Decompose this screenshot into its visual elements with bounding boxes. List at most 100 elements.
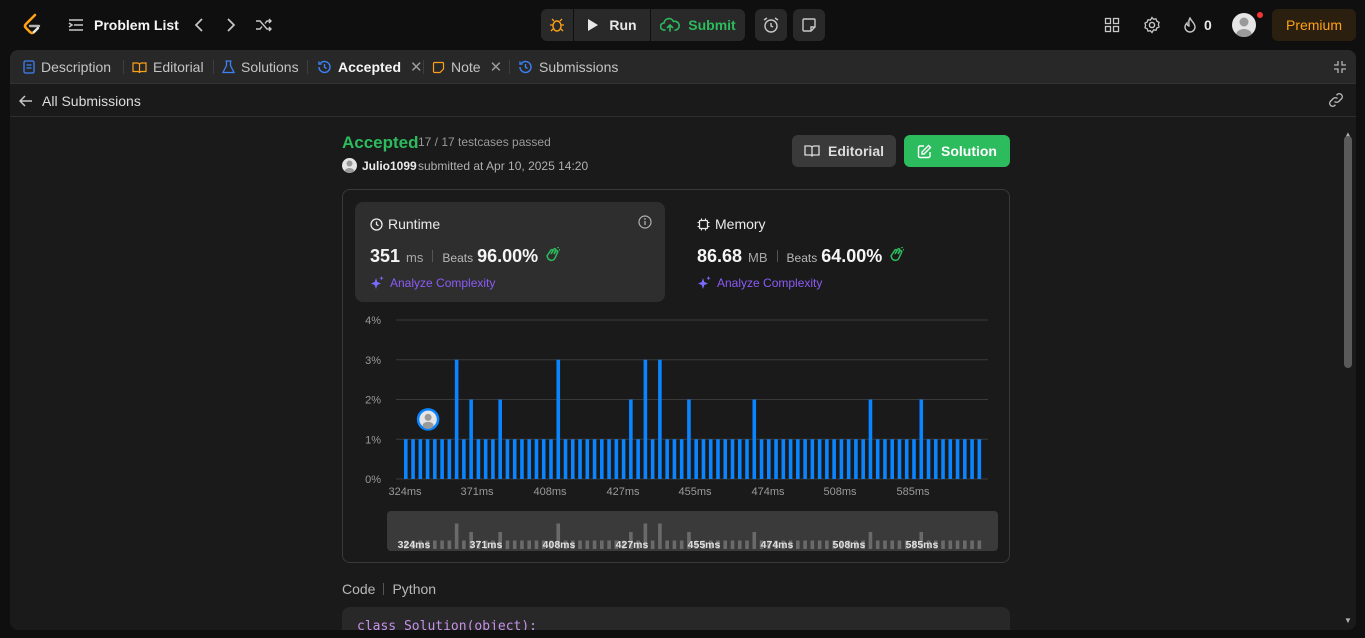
chart-bar — [636, 439, 640, 479]
close-icon[interactable]: ✕ — [490, 58, 503, 76]
navigator-bar — [650, 540, 655, 549]
chart-bar — [861, 439, 865, 479]
navigator-bar — [454, 523, 459, 549]
chart-bar — [498, 399, 502, 479]
username[interactable]: Julio1099 — [362, 159, 417, 173]
navigator-tick-label: 371ms — [470, 539, 503, 551]
chart-bar — [643, 359, 648, 479]
navigator-bar — [512, 540, 517, 549]
chart-bar — [491, 439, 495, 479]
notes-button[interactable] — [793, 9, 825, 41]
chart-bar — [941, 439, 945, 479]
chart-bar — [527, 439, 532, 479]
tab-solutions[interactable]: Solutions — [222, 50, 299, 84]
scrollbar[interactable]: ▲ ▼ — [1343, 130, 1353, 626]
chart-bar — [825, 439, 829, 479]
chart-bar — [462, 439, 466, 479]
chart-bar — [476, 439, 481, 479]
chart-bar — [541, 439, 546, 479]
analyze-label: Analyze Complexity — [717, 275, 823, 290]
tab-note[interactable]: Note ✕ — [432, 50, 502, 84]
chart-bar — [774, 439, 778, 479]
runtime-card[interactable]: Runtime 351 ms Beats 96.00% Analyze Comp… — [355, 202, 665, 302]
tab-submissions[interactable]: Submissions — [518, 50, 618, 84]
x-tick-label: 324ms — [388, 486, 422, 498]
tab-label: Editorial — [153, 59, 204, 75]
runtime-beats: 96.00% — [477, 246, 539, 266]
solution-button[interactable]: Solution — [904, 135, 1010, 167]
chart-bar — [520, 439, 524, 479]
navigator-bar — [970, 540, 974, 549]
tab-divider — [307, 60, 308, 74]
chevron-left-icon[interactable] — [189, 15, 209, 35]
run-button[interactable]: Run — [574, 9, 650, 41]
user-avatar[interactable] — [342, 158, 357, 173]
chart-bar — [556, 359, 561, 479]
edit-icon — [917, 144, 932, 158]
gear-icon[interactable] — [1142, 15, 1162, 35]
run-submit-group: Run Submit — [541, 9, 745, 41]
runtime-distribution-chart[interactable]: 4% 3% 2% 1% 0% 324ms 371ms 408ms 427ms 455ms 474ms… — [343, 308, 1009, 562]
flame-icon[interactable] — [1180, 15, 1200, 35]
editorial-button[interactable]: Editorial — [792, 135, 896, 167]
navigator-bar — [875, 540, 880, 549]
all-submissions-label: All Submissions — [42, 93, 141, 109]
code-block[interactable]: class Solution(object): — [342, 607, 1010, 630]
chart-bar — [781, 439, 786, 479]
leetcode-logo-icon[interactable] — [22, 13, 44, 37]
book-icon — [804, 145, 820, 157]
analyze-label: Analyze Complexity — [390, 275, 496, 290]
chart-bar — [650, 439, 655, 479]
timer-button[interactable] — [755, 9, 787, 41]
x-tick-label: 585ms — [896, 486, 930, 498]
avatar[interactable] — [1232, 13, 1256, 37]
runtime-unit: ms — [406, 250, 424, 265]
chart-bar — [963, 439, 967, 479]
chart-bar — [767, 439, 771, 479]
info-icon[interactable] — [638, 215, 652, 234]
layout-icon[interactable] — [1102, 15, 1122, 35]
submit-button[interactable]: Submit — [651, 9, 745, 41]
chart-bar — [955, 439, 960, 479]
chart-bar — [672, 439, 677, 479]
run-label: Run — [609, 17, 637, 33]
premium-button[interactable]: Premium — [1272, 9, 1356, 41]
debug-button[interactable] — [541, 9, 573, 41]
tab-description[interactable]: Description — [23, 50, 111, 84]
close-icon[interactable]: ✕ — [410, 58, 423, 76]
chart-bar — [447, 439, 452, 479]
memory-card[interactable]: Memory 86.68 MB Beats 64.00% Analyze Com… — [682, 202, 992, 302]
chart-bar — [875, 439, 880, 479]
chart-bar — [440, 439, 444, 479]
clock-icon — [370, 217, 383, 231]
navigator-bar — [825, 540, 829, 549]
chart-bar — [846, 439, 851, 479]
tab-divider — [123, 60, 124, 74]
analyze-complexity-memory[interactable]: Analyze Complexity — [697, 275, 822, 290]
x-tick-label: 408ms — [533, 486, 567, 498]
chart-bar — [404, 439, 408, 479]
code-line: class Solution(object): — [357, 619, 538, 630]
chart-bar — [433, 439, 437, 479]
tab-accepted[interactable]: Accepted ✕ — [317, 50, 423, 84]
problem-list-link[interactable]: Problem List — [94, 17, 179, 33]
navigator-bar — [868, 532, 873, 549]
scrollbar-thumb[interactable] — [1344, 136, 1352, 368]
chart-bar — [817, 439, 822, 479]
problem-list-icon[interactable] — [66, 15, 86, 35]
chart-bar — [534, 439, 539, 479]
chart-bar — [614, 439, 619, 479]
sparkle-icon — [371, 276, 384, 289]
tab-editorial[interactable]: Editorial — [132, 50, 204, 84]
navigator-bar — [897, 540, 902, 549]
book-icon — [132, 61, 147, 73]
chevron-right-icon[interactable] — [221, 15, 241, 35]
chart-bar — [418, 439, 423, 479]
analyze-complexity-runtime[interactable]: Analyze Complexity — [370, 275, 495, 290]
chart-bar — [926, 439, 931, 479]
shuffle-icon[interactable] — [254, 15, 274, 35]
collapse-icon[interactable] — [1333, 60, 1347, 79]
link-icon[interactable] — [1327, 92, 1345, 113]
navigator-bar — [665, 540, 669, 549]
all-submissions-link[interactable]: All Submissions — [19, 93, 141, 109]
